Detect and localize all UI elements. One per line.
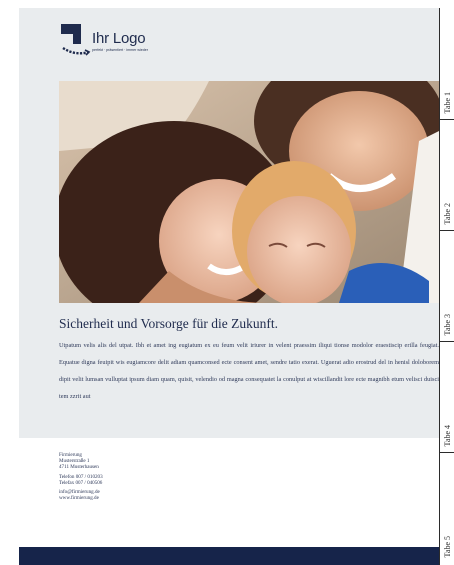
tab-strip: Tabe 1 Tabe 2 Tabe 3 Tabe 4 Tabe 5 [439, 8, 454, 565]
logo-mark-icon [61, 24, 91, 56]
contact-fax: Telefax 007 / 040506 [59, 479, 103, 486]
contact-block: Firmierung Musterstraße 1 4711 Musterhau… [59, 452, 103, 501]
tab-2[interactable]: Tabe 2 [440, 119, 454, 230]
company-logo[interactable]: Ihr Logo perfekt · präsentiert · immer w… [59, 22, 189, 72]
tab-label: Tabe 2 [443, 202, 452, 224]
contact-web[interactable]: www.firmierung.de [59, 495, 103, 501]
tab-5[interactable]: Tabe 5 [440, 452, 454, 563]
headline: Sicherheit und Vorsorge für die Zukunft. [59, 316, 278, 331]
logo-tagline: perfekt · präsentiert · immer wieder [92, 48, 148, 52]
tab-label: Tabe 3 [443, 313, 452, 335]
tab-1[interactable]: Tabe 1 [440, 8, 454, 119]
brochure-page: Ihr Logo perfekt · präsentiert · immer w… [19, 8, 439, 565]
tab-3[interactable]: Tabe 3 [440, 230, 454, 341]
family-photo [59, 81, 439, 303]
tab-4[interactable]: Tabe 4 [440, 341, 454, 452]
contact-phone: Telefon 007 / 010203 [59, 473, 103, 480]
logo-title: Ihr Logo [92, 30, 146, 47]
content-panel: Ihr Logo perfekt · präsentiert · immer w… [19, 8, 439, 438]
tab-label: Tabe 4 [443, 424, 452, 446]
tab-label: Tabe 5 [443, 535, 452, 557]
footer-bar [19, 547, 439, 565]
tab-label: Tabe 1 [443, 91, 452, 113]
body-paragraph: Utpatum velis alis del utpat. Ibh et ame… [59, 342, 439, 400]
contact-city: 4711 Musterhausen [59, 464, 99, 471]
